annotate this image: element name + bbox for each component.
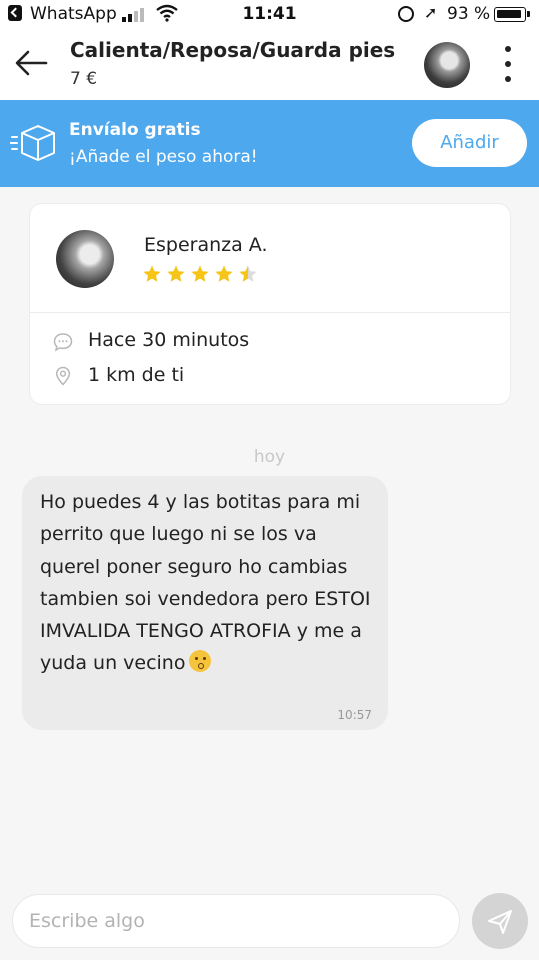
chat-bubble-icon [53, 333, 73, 352]
seller-card[interactable]: Esperanza A. Hace 30 minutos 1 km de ti [30, 204, 510, 404]
last-seen-text: Hace 30 minutos [88, 329, 250, 351]
card-divider [30, 312, 510, 313]
banner-title: Envíalo gratis [69, 120, 201, 140]
message-text: Ho puedes 4 y las botitas para mi perrit… [40, 491, 371, 675]
item-price: 7 € [70, 69, 98, 89]
send-icon [488, 910, 512, 934]
day-separator: hoy [253, 447, 286, 467]
banner-subtitle: ¡Añade el peso ahora! [69, 147, 258, 167]
half-star-icon [239, 265, 257, 282]
free-shipping-banner: Envíalo gratis ¡Añade el peso ahora! Aña… [0, 100, 539, 187]
send-button[interactable] [472, 893, 528, 949]
star-icon [167, 265, 185, 282]
package-icon [10, 125, 55, 161]
star-icon [143, 265, 161, 282]
back-arrow-icon[interactable] [14, 48, 48, 78]
star-icon [215, 265, 233, 282]
battery-percent: 93 % [447, 4, 491, 24]
rotation-lock-icon [398, 6, 414, 22]
battery-icon [494, 7, 530, 22]
message-text-container: Ho puedes 4 y las botitas para mi perrit… [40, 486, 380, 680]
seller-avatar[interactable] [424, 42, 470, 88]
kissing-face-icon [189, 650, 212, 673]
message-composer[interactable] [12, 894, 460, 948]
message-input[interactable] [29, 895, 449, 947]
seller-name[interactable]: Esperanza A. [144, 234, 268, 256]
distance-text: 1 km de ti [88, 364, 185, 386]
conversation-header: Calienta/Reposa/Guarda pies 7 € [0, 30, 539, 100]
location-pin-icon [55, 366, 71, 386]
seller-card-avatar[interactable] [56, 230, 114, 288]
add-weight-button[interactable]: Añadir [412, 119, 527, 167]
chat-screen: WhatsApp 11:41 ➚ 93 % Calienta/Reposa/Gu… [0, 0, 539, 960]
location-arrow-icon: ➚ [424, 3, 438, 22]
status-bar: WhatsApp 11:41 ➚ 93 % [0, 0, 539, 30]
message-time: 10:57 [337, 708, 372, 722]
star-icon [191, 265, 209, 282]
more-options-icon[interactable] [498, 44, 518, 84]
message-bubble[interactable]: Ho puedes 4 y las botitas para mi perrit… [22, 476, 388, 730]
item-title[interactable]: Calienta/Reposa/Guarda pies [70, 38, 395, 62]
